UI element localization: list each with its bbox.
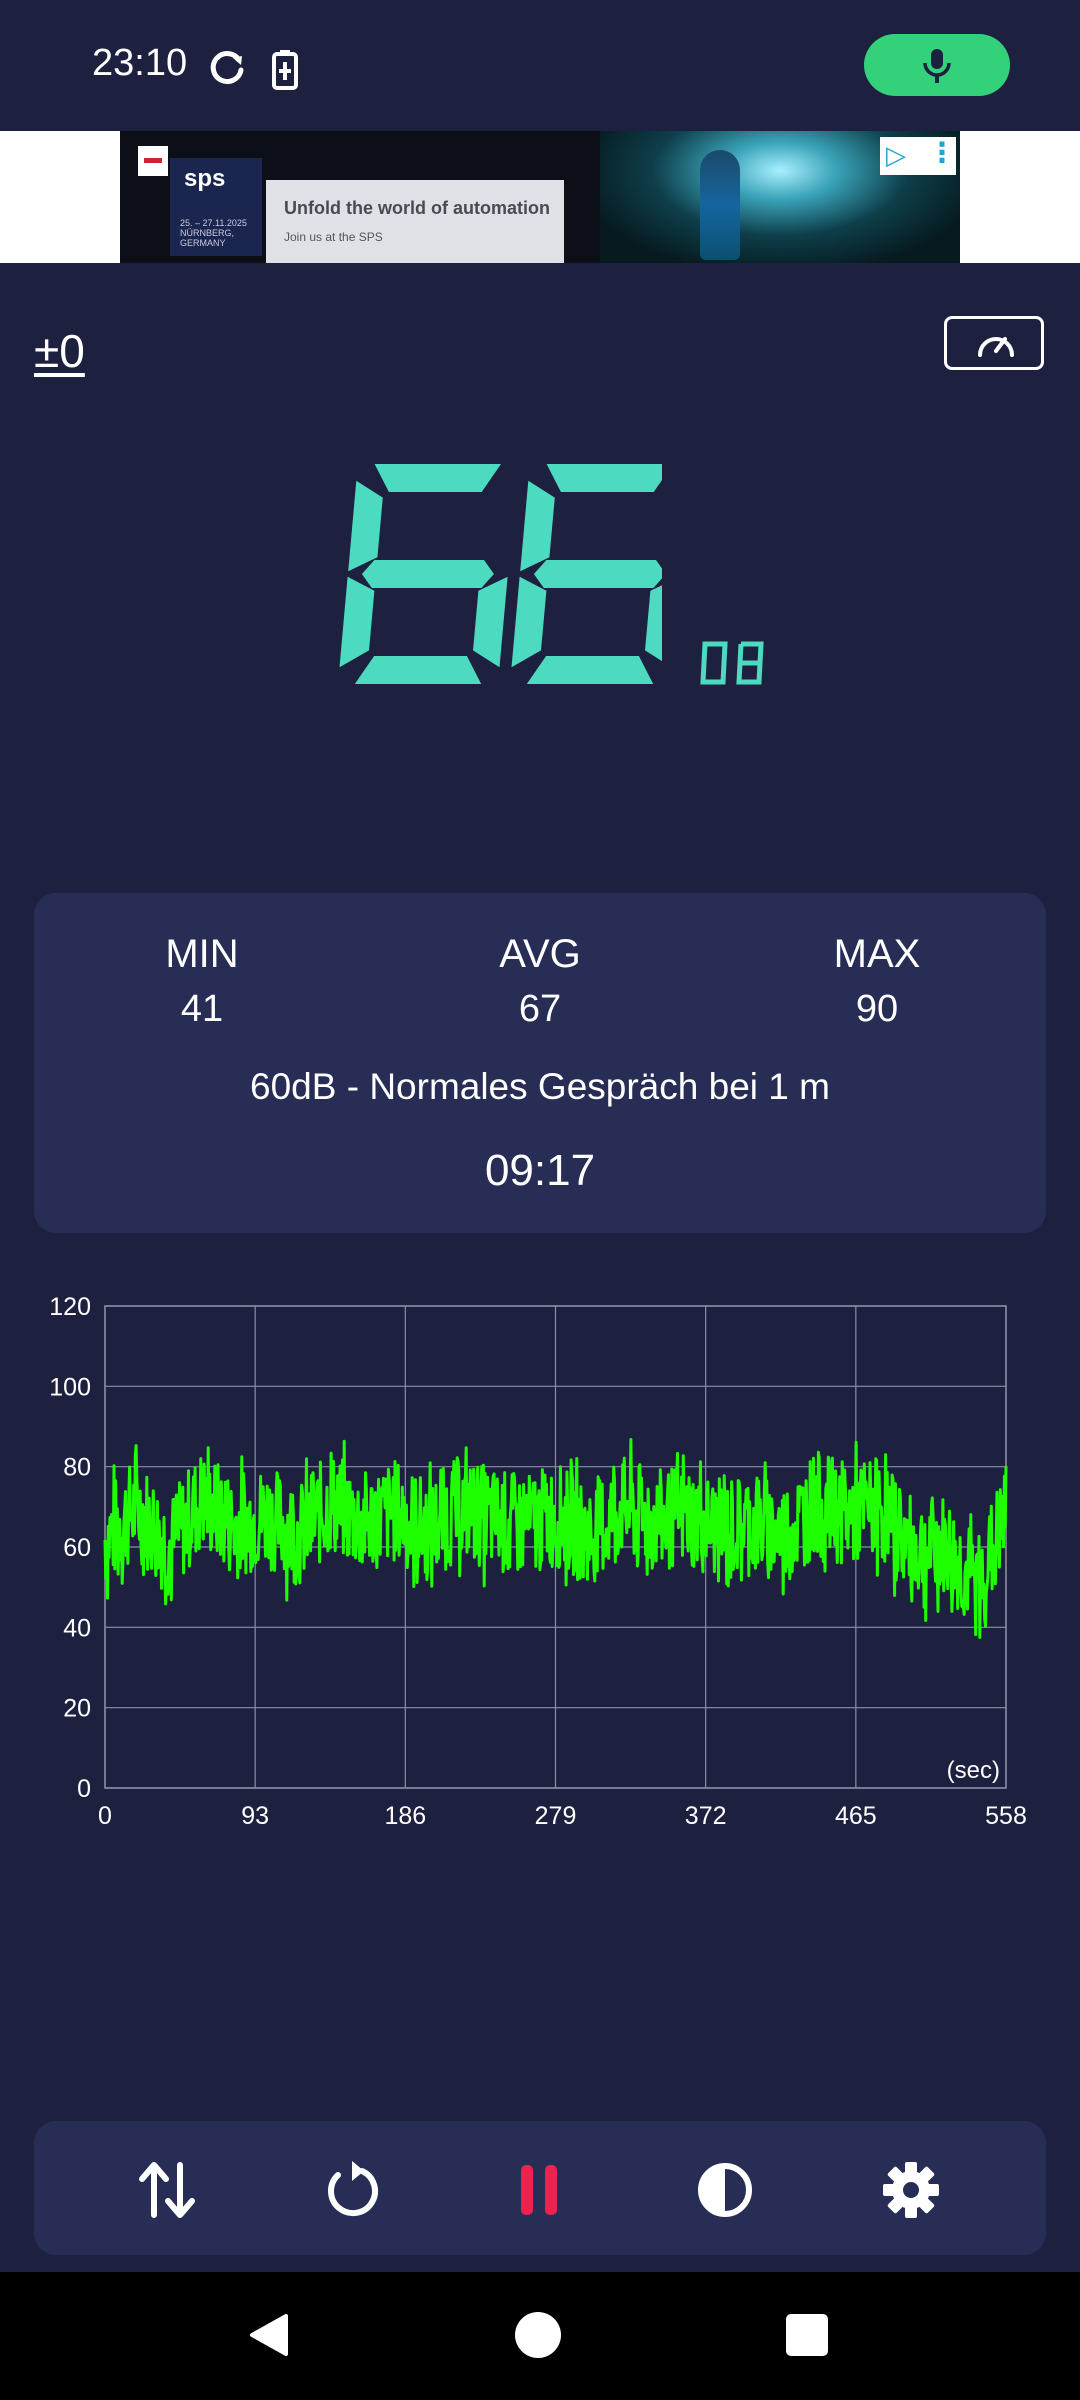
y-tick-label: 120 <box>49 1293 91 1321</box>
ad-choices-icon[interactable]: ▷ <box>886 140 906 171</box>
y-tick-label: 100 <box>49 1373 91 1401</box>
avg-value: 67 <box>518 988 562 1030</box>
noise-level-description: 60dB - Normales Gespräch bei 1 m <box>250 1066 830 1107</box>
digit-segment <box>520 480 555 572</box>
digit-segment <box>339 576 375 668</box>
x-tick-label: 186 <box>384 1802 426 1830</box>
digit-segment <box>361 560 494 588</box>
back-icon[interactable] <box>246 2312 292 2358</box>
gauge-mode-button[interactable] <box>944 316 1044 370</box>
digit-segment <box>546 464 662 492</box>
x-axis-unit: (sec) <box>947 1757 1000 1784</box>
y-tick-label: 20 <box>63 1695 91 1723</box>
digit-segment <box>348 480 383 572</box>
min-value: 41 <box>180 988 224 1030</box>
digit-segment <box>473 576 508 668</box>
swap-icon[interactable] <box>132 2155 202 2225</box>
pause-icon[interactable] <box>504 2155 574 2225</box>
y-tick-label: 0 <box>77 1775 91 1803</box>
mic-indicator[interactable] <box>864 34 1010 96</box>
home-icon[interactable] <box>515 2312 561 2358</box>
decibel-unit <box>700 641 764 685</box>
digit-segment <box>374 464 501 492</box>
speedometer-icon <box>978 337 1014 357</box>
ad-textbox <box>266 180 564 263</box>
digit-segment <box>533 560 662 588</box>
ad-brand-mark <box>138 146 168 176</box>
decibel-reading <box>339 464 662 684</box>
ad-logo-text: sps <box>184 165 226 192</box>
x-tick-label: 465 <box>835 1802 877 1830</box>
x-tick-label: 0 <box>98 1802 112 1830</box>
unit-letter-d <box>700 641 728 685</box>
contrast-icon[interactable] <box>690 2155 760 2225</box>
battery-charging-icon <box>272 50 298 90</box>
ad-more-icon[interactable]: ⋮ <box>928 138 956 168</box>
ad-subline: Join us at the SPS <box>284 230 383 244</box>
reset-icon[interactable] <box>318 2155 388 2225</box>
y-tick-label: 60 <box>63 1534 91 1562</box>
digit-segment <box>526 656 654 684</box>
ad-headline: Unfold the world of automation <box>284 198 550 218</box>
x-tick-label: 93 <box>241 1802 269 1830</box>
avg-label: AVG <box>499 932 581 976</box>
x-tick-label: 279 <box>535 1802 577 1830</box>
ad-figure <box>700 150 740 260</box>
settings-icon[interactable] <box>876 2155 946 2225</box>
ad-logo-date: 25. – 27.11.2025 NÜRNBERG, GERMANY <box>180 218 247 248</box>
min-label: MIN <box>165 932 239 976</box>
unit-letter-b <box>736 641 764 685</box>
digit-segment <box>645 585 662 662</box>
recents-icon[interactable] <box>786 2314 828 2356</box>
digit-segment <box>511 576 547 668</box>
status-time: 23:10 <box>92 42 188 84</box>
y-tick-label: 40 <box>63 1614 91 1642</box>
elapsed-time: 09:17 <box>484 1146 596 1195</box>
digit-segment <box>354 656 482 684</box>
y-tick-label: 80 <box>63 1454 91 1482</box>
noise-history-chart: 0 20 40 60 80 100 120 0 93 186 279 372 465 558 (sec) <box>49 1293 1027 1830</box>
calibration-offset[interactable]: ±0 <box>34 324 85 378</box>
max-value: 90 <box>855 988 899 1030</box>
x-tick-label: 372 <box>685 1802 727 1830</box>
x-tick-label: 558 <box>985 1802 1027 1830</box>
mic-icon <box>923 49 951 83</box>
max-label: MAX <box>833 932 921 976</box>
sync-icon <box>210 51 244 85</box>
